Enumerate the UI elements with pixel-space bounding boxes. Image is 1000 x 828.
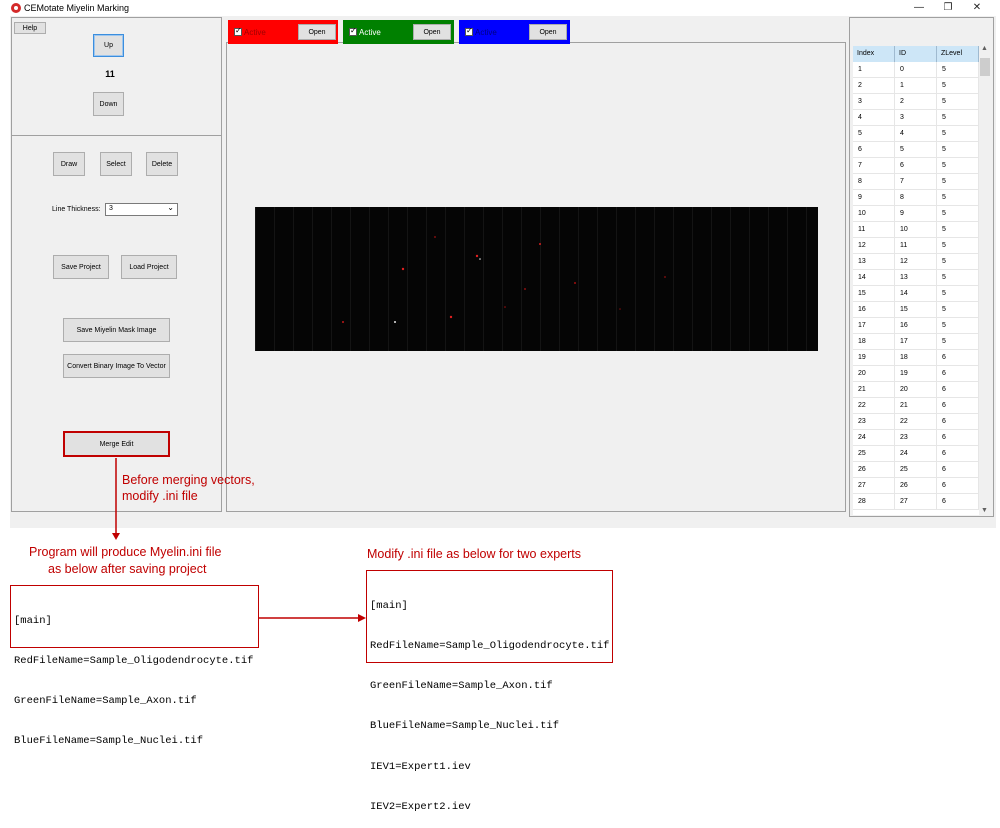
ini-line: IEV2=Expert2.iev xyxy=(370,800,471,813)
ini-line: [main] xyxy=(370,599,408,612)
note-program-line1: Program will produce Myelin.ini file xyxy=(29,545,222,559)
ini-line: [main] xyxy=(14,614,52,627)
ini-line: BlueFileName=Sample_Nuclei.tif xyxy=(14,735,204,748)
note-merge-line2: modify .ini file xyxy=(122,489,198,503)
note-merge-line1: Before merging vectors, xyxy=(122,473,255,487)
ini-modified-box: [main] RedFileName=Sample_Oligodendrocyt… xyxy=(366,570,613,813)
ini-line: BlueFileName=Sample_Nuclei.tif xyxy=(370,720,560,733)
ini-original-box: [main] RedFileName=Sample_Oligodendrocyt… xyxy=(10,585,259,747)
ini-line: GreenFileName=Sample_Axon.tif xyxy=(14,695,197,708)
note-program-line2: as below after saving project xyxy=(48,562,207,576)
ini-line: RedFileName=Sample_Oligodendrocyte.tif xyxy=(14,655,254,668)
ini-line: GreenFileName=Sample_Axon.tif xyxy=(370,680,553,693)
ini-line: RedFileName=Sample_Oligodendrocyte.tif xyxy=(370,640,610,653)
ini-line: IEV1=Expert1.iev xyxy=(370,760,471,773)
note-modify: Modify .ini file as below for two expert… xyxy=(367,547,581,561)
